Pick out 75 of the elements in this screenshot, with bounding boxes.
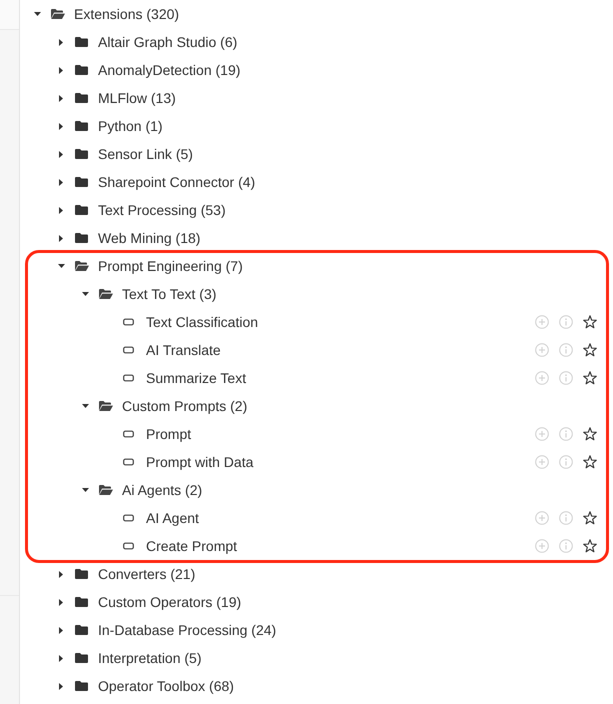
operator-label[interactable]: AI Agent <box>146 508 199 528</box>
folder-label[interactable]: Interpretation (5) <box>98 648 202 668</box>
folder-icon <box>75 597 88 607</box>
folder-label[interactable]: Sensor Link (5) <box>98 144 193 164</box>
caret-right-icon[interactable] <box>59 178 63 186</box>
star-icon[interactable] <box>583 539 597 553</box>
star-icon[interactable] <box>583 343 597 357</box>
caret-right-icon[interactable] <box>59 66 63 74</box>
folder-icon <box>75 233 88 243</box>
folder-label[interactable]: Operator Toolbox (68) <box>98 676 234 696</box>
open-folder-icon <box>51 9 65 19</box>
caret-right-icon[interactable] <box>59 598 63 606</box>
operator-label[interactable]: Summarize Text <box>146 368 246 388</box>
folder-icon <box>75 121 88 131</box>
folder-icon <box>75 653 88 663</box>
folder-icon <box>75 205 88 215</box>
folder-label[interactable]: Custom Operators (19) <box>98 592 242 612</box>
caret-down-icon[interactable] <box>34 12 40 16</box>
operator-label[interactable]: Prompt with Data <box>146 452 254 472</box>
folder-label[interactable]: Text Processing (53) <box>98 200 226 220</box>
operator-label[interactable]: AI Translate <box>146 340 221 360</box>
caret-down-icon[interactable] <box>82 292 88 296</box>
folder-label[interactable]: MLFlow (13) <box>98 88 176 108</box>
rectangle-icon <box>123 318 134 326</box>
folder-icon <box>75 149 88 159</box>
rectangle-icon <box>123 346 134 354</box>
open-folder-icon <box>99 485 113 495</box>
folder-icon <box>75 569 88 579</box>
caret-right-icon[interactable] <box>59 682 63 690</box>
caret-right-icon[interactable] <box>59 206 63 214</box>
folder-label[interactable]: Web Mining (18) <box>98 228 200 248</box>
folder-label[interactable]: Python (1) <box>98 116 163 136</box>
open-folder-icon <box>99 401 113 411</box>
caret-right-icon[interactable] <box>59 38 63 46</box>
open-folder-icon <box>75 261 89 271</box>
folder-label[interactable]: AnomalyDetection (19) <box>98 60 240 80</box>
folder-label[interactable]: Ai Agents (2) <box>122 480 202 500</box>
rectangle-icon <box>123 458 134 466</box>
star-icon[interactable] <box>583 371 597 385</box>
folder-label[interactable]: Extensions (320) <box>74 4 180 24</box>
folder-icon <box>75 37 88 47</box>
folder-label[interactable]: Text To Text (3) <box>122 284 216 304</box>
folder-label[interactable]: Custom Prompts (2) <box>122 396 248 416</box>
star-icon[interactable] <box>583 455 597 469</box>
caret-right-icon[interactable] <box>59 654 63 662</box>
caret-down-icon[interactable] <box>58 264 64 268</box>
folder-icon <box>75 65 88 75</box>
folder-label[interactable]: Prompt Engineering (7) <box>98 256 243 276</box>
caret-right-icon[interactable] <box>59 234 63 242</box>
folder-label[interactable]: Sharepoint Connector (4) <box>98 172 256 192</box>
caret-right-icon[interactable] <box>59 94 63 102</box>
caret-down-icon[interactable] <box>82 404 88 408</box>
folder-label[interactable]: Converters (21) <box>98 564 196 584</box>
folder-icon <box>75 93 88 103</box>
folder-label[interactable]: In-Database Processing (24) <box>98 620 276 640</box>
caret-right-icon[interactable] <box>59 150 63 158</box>
folder-label[interactable]: Altair Graph Studio (6) <box>98 32 238 52</box>
star-icon[interactable] <box>583 315 597 329</box>
caret-right-icon[interactable] <box>59 626 63 634</box>
folder-icon <box>75 177 88 187</box>
operator-label[interactable]: Text Classification <box>146 312 258 332</box>
star-icon[interactable] <box>583 511 597 525</box>
caret-down-icon[interactable] <box>82 488 88 492</box>
rectangle-icon <box>123 542 134 550</box>
rectangle-icon <box>123 430 134 438</box>
caret-right-icon[interactable] <box>59 122 63 130</box>
rectangle-icon <box>123 374 134 382</box>
operator-label[interactable]: Prompt <box>146 424 192 444</box>
rectangle-icon <box>123 514 134 522</box>
open-folder-icon <box>99 289 113 299</box>
folder-icon <box>75 681 88 691</box>
operator-label[interactable]: Create Prompt <box>146 536 238 556</box>
caret-right-icon[interactable] <box>59 570 63 578</box>
star-icon[interactable] <box>583 427 597 441</box>
folder-icon <box>75 625 88 635</box>
